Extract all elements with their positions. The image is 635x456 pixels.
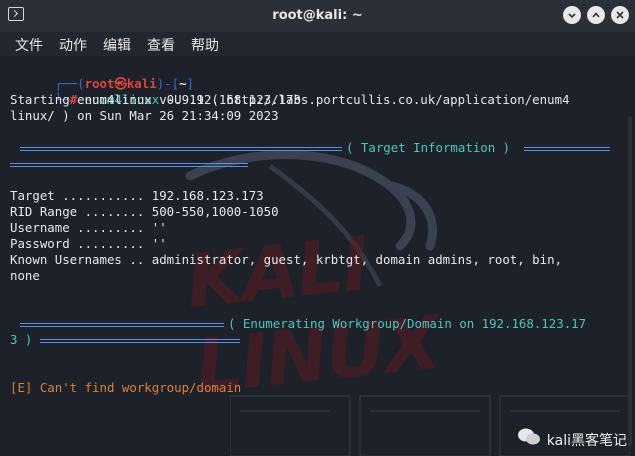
- output-known-usernames-cont: none: [10, 268, 40, 283]
- output-start-1: Starting enum4linux v0.9.1 ( http://labs…: [10, 92, 570, 107]
- close-button[interactable]: [611, 6, 629, 24]
- output-start-2: linux/ ) on Sun Mar 26 21:34:09 2023: [10, 108, 279, 123]
- menu-view[interactable]: 查看: [147, 35, 175, 55]
- title-bar[interactable]: root@kali: ~: [0, 0, 635, 32]
- terminal-output[interactable]: KALI LINUX ┌──(root㉿kali)-[~] └─# enum4l…: [0, 56, 635, 456]
- section-title-workgroup-cont: 3 ): [10, 332, 33, 347]
- terminal-window: root@kali: ~ 文件 动作 编辑 查看 帮助 KALI LINUX ┌…: [0, 0, 635, 456]
- section-divider: [10, 163, 248, 167]
- section-divider: [20, 147, 342, 151]
- watermark-text: kali黑客笔记: [546, 433, 627, 449]
- output-rid-range: RID Range ........ 500-550,1000-1050: [10, 204, 279, 219]
- section-title-target: ( Target Information ): [346, 140, 511, 155]
- output-username: Username ......... '': [10, 220, 167, 235]
- scrollbar[interactable]: [628, 116, 632, 446]
- menu-edit[interactable]: 编辑: [103, 35, 131, 55]
- output-known-usernames: Known Usernames .. administrator, guest,…: [10, 252, 563, 267]
- close-icon: [616, 11, 624, 19]
- maximize-button[interactable]: [587, 6, 605, 24]
- section-divider: [40, 339, 240, 343]
- wechat-icon: [517, 428, 540, 445]
- menu-help[interactable]: 帮助: [191, 35, 219, 55]
- minimize-icon: [568, 13, 576, 19]
- section-divider: [20, 323, 224, 327]
- output-target: Target ........... 192.168.123.173: [10, 188, 264, 203]
- window-title: root@kali: ~: [272, 8, 363, 23]
- maximize-icon: [592, 12, 600, 18]
- section-divider: [524, 147, 610, 151]
- watermark: kali黑客笔记: [517, 428, 627, 450]
- menu-file[interactable]: 文件: [15, 35, 43, 55]
- minimize-button[interactable]: [563, 6, 581, 24]
- output-error: [E] Can't find workgroup/domain: [10, 380, 242, 395]
- output-password: Password ......... '': [10, 236, 167, 251]
- section-title-workgroup: ( Enumerating Workgroup/Domain on 192.16…: [228, 316, 587, 331]
- menu-action[interactable]: 动作: [59, 35, 87, 55]
- menu-bar: 文件 动作 编辑 查看 帮助: [0, 32, 635, 56]
